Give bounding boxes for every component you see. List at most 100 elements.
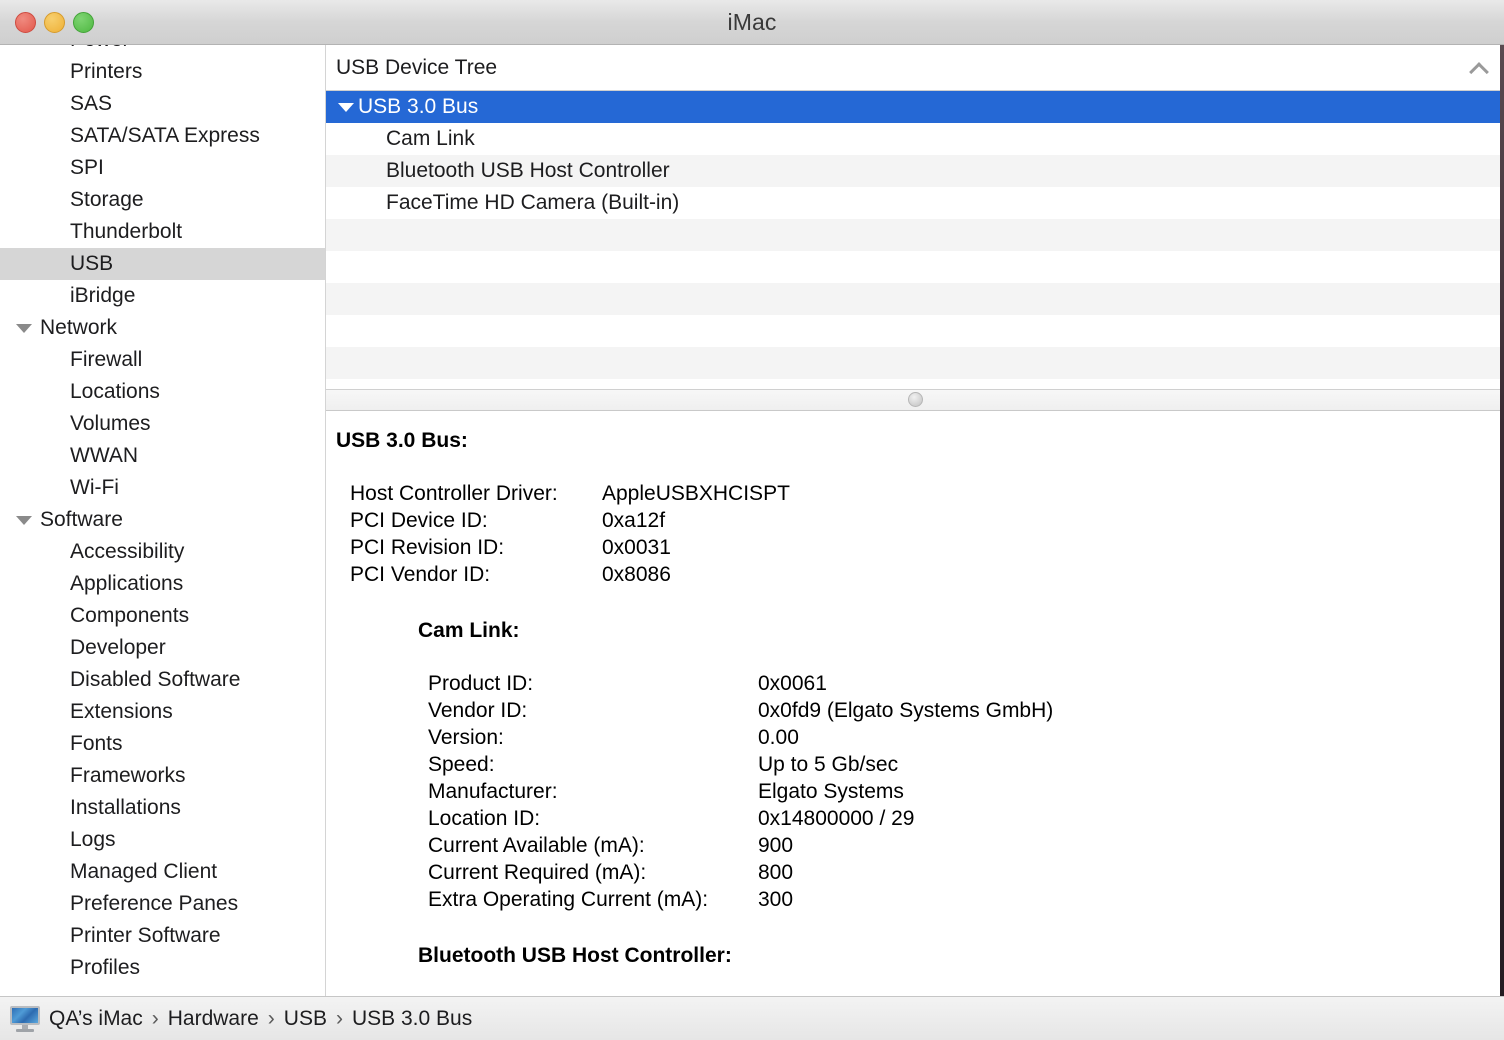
sidebar-item-accessibility[interactable]: Accessibility xyxy=(0,536,325,568)
sidebar-item-storage[interactable]: Storage xyxy=(0,184,325,216)
detail-pane[interactable]: USB 3.0 Bus: Host Controller Driver:Appl… xyxy=(326,411,1504,996)
sidebar-item-components[interactable]: Components xyxy=(0,600,325,632)
device-section-title: Cam Link: xyxy=(326,619,1504,643)
property-key: PCI Device ID: xyxy=(350,508,602,535)
sidebar-item-volumes[interactable]: Volumes xyxy=(0,408,325,440)
tree-row-label: Cam Link xyxy=(386,127,475,151)
detail-scrollbar-thumb[interactable] xyxy=(1500,417,1503,567)
sidebar-item-label: Disabled Software xyxy=(70,668,240,692)
sidebar-item-spi[interactable]: SPI xyxy=(0,152,325,184)
sidebar-item-frameworks[interactable]: Frameworks xyxy=(0,760,325,792)
minimize-button[interactable] xyxy=(44,12,65,33)
sidebar-item-printers[interactable]: Printers xyxy=(0,56,325,88)
sidebar-item-label: Printer Software xyxy=(70,924,221,948)
tree-row[interactable]: USB 3.0 Bus xyxy=(326,91,1504,123)
sidebar-item-wwan[interactable]: WWAN xyxy=(0,440,325,472)
sidebar-item-applications[interactable]: Applications xyxy=(0,568,325,600)
tree-header-title: USB Device Tree xyxy=(336,56,497,80)
property-row: Version:0.00 xyxy=(428,725,1053,752)
property-key: Extra Operating Current (mA): xyxy=(428,887,758,914)
sidebar-item-sas[interactable]: SAS xyxy=(0,88,325,120)
usb-device-tree-list[interactable]: USB 3.0 Bus Cam Link Bluetooth USB Host Co… xyxy=(326,91,1504,389)
property-key: Speed: xyxy=(428,752,758,779)
window-titlebar: iMac xyxy=(0,0,1504,45)
breadcrumb-item[interactable]: Hardware xyxy=(168,1007,259,1030)
sidebar-item-wi-fi[interactable]: Wi-Fi xyxy=(0,472,325,504)
sidebar-item-label: iBridge xyxy=(70,284,135,308)
property-value: 300 xyxy=(758,887,1053,914)
property-row: Product ID:0x0061 xyxy=(428,671,1053,698)
sidebar-item-power[interactable]: Power xyxy=(0,45,325,56)
sidebar-item-fonts[interactable]: Fonts xyxy=(0,728,325,760)
sidebar-item-usb[interactable]: USB xyxy=(0,248,325,280)
sidebar-item-label: SAS xyxy=(70,92,112,116)
sidebar-item-label: Software xyxy=(40,508,123,532)
statusbar: QA’s iMac›Hardware›USB›USB 3.0 Bus xyxy=(0,996,1504,1040)
property-row: Manufacturer:Elgato Systems xyxy=(428,779,1053,806)
tree-row[interactable]: Cam Link xyxy=(326,123,1504,155)
sidebar-item-developer[interactable]: Developer xyxy=(0,632,325,664)
breadcrumb-separator: › xyxy=(259,1007,284,1030)
sidebar-item-label: Locations xyxy=(70,380,160,404)
sidebar-item-managed-client[interactable]: Managed Client xyxy=(0,856,325,888)
device-sections: Cam Link:Product ID:0x0061Vendor ID:0x0f… xyxy=(326,619,1504,996)
sidebar-item-label: USB xyxy=(70,252,113,276)
sidebar-item-firewall[interactable]: Firewall xyxy=(0,344,325,376)
sidebar-item-label: SATA/SATA Express xyxy=(70,124,260,148)
property-key: Location ID: xyxy=(428,806,758,833)
sidebar-item-label: Wi-Fi xyxy=(70,476,119,500)
chevron-up-icon[interactable] xyxy=(1468,57,1490,79)
sidebar-item-ibridge[interactable]: iBridge xyxy=(0,280,325,312)
splitter-handle-dot-icon[interactable] xyxy=(908,392,923,407)
detail-scrollbar[interactable] xyxy=(1499,411,1504,996)
sidebar-item-label: Developer xyxy=(70,636,166,660)
sidebar-item-installations[interactable]: Installations xyxy=(0,792,325,824)
sidebar-item-label: Storage xyxy=(70,188,144,212)
sidebar-item-logs[interactable]: Logs xyxy=(0,824,325,856)
property-key: PCI Vendor ID: xyxy=(350,562,602,589)
sidebar[interactable]: PowerPrinters SAS SATA/SATA Express SPI Stor… xyxy=(0,45,326,996)
breadcrumb-separator: › xyxy=(143,1007,168,1030)
property-value: 0x0fd9 (Elgato Systems GmbH) xyxy=(758,698,1053,725)
zoom-button[interactable] xyxy=(73,12,94,33)
sidebar-item-label: Extensions xyxy=(70,700,173,724)
sidebar-item-software[interactable]: Software xyxy=(0,504,325,536)
bus-properties-table: Host Controller Driver:AppleUSBXHCISPTPC… xyxy=(350,481,790,589)
sidebar-item-locations[interactable]: Locations xyxy=(0,376,325,408)
tree-row[interactable]: Bluetooth USB Host Controller xyxy=(326,155,1504,187)
sidebar-item-label: Firewall xyxy=(70,348,142,372)
tree-row-empty xyxy=(326,315,1504,347)
property-row: PCI Vendor ID:0x8086 xyxy=(350,562,790,589)
sidebar-item-network[interactable]: Network xyxy=(0,312,325,344)
property-value: 0x0031 xyxy=(602,535,790,562)
sidebar-item-profiles[interactable]: Profiles xyxy=(0,952,325,984)
sidebar-item-preference-panes[interactable]: Preference Panes xyxy=(0,888,325,920)
sidebar-item-label: Frameworks xyxy=(70,764,186,788)
tree-row[interactable]: FaceTime HD Camera (Built-in) xyxy=(326,187,1504,219)
property-value: Elgato Systems xyxy=(758,779,1053,806)
pane-splitter[interactable] xyxy=(326,389,1504,411)
close-button[interactable] xyxy=(15,12,36,33)
window-title: iMac xyxy=(0,9,1504,36)
property-key: Current Available (mA): xyxy=(428,833,758,860)
sidebar-item-label: Applications xyxy=(70,572,183,596)
property-key: PCI Revision ID: xyxy=(350,535,602,562)
property-row: Current Required (mA):800 xyxy=(428,860,1053,887)
sidebar-item-label: SPI xyxy=(70,156,104,180)
property-value: 0x8086 xyxy=(602,562,790,589)
sidebar-item-label: Profiles xyxy=(70,956,140,980)
breadcrumb-item[interactable]: USB xyxy=(284,1007,327,1030)
sidebar-item-thunderbolt[interactable]: Thunderbolt xyxy=(0,216,325,248)
breadcrumb-item[interactable]: USB 3.0 Bus xyxy=(352,1007,472,1030)
sidebar-item-sata-sata-express[interactable]: SATA/SATA Express xyxy=(0,120,325,152)
property-row: Host Controller Driver:AppleUSBXHCISPT xyxy=(350,481,790,508)
property-key: Host Controller Driver: xyxy=(350,481,602,508)
system-information-window: iMac PowerPrinters SAS SATA/SATA Express SP… xyxy=(0,0,1504,1040)
sidebar-item-disabled-software[interactable]: Disabled Software xyxy=(0,664,325,696)
detail-title: USB 3.0 Bus: xyxy=(326,429,1504,453)
sidebar-item-label: Fonts xyxy=(70,732,123,756)
sidebar-item-extensions[interactable]: Extensions xyxy=(0,696,325,728)
breadcrumb-item[interactable]: QA’s iMac xyxy=(49,1007,143,1030)
sidebar-item-printer-software[interactable]: Printer Software xyxy=(0,920,325,952)
sidebar-item-label: Preference Panes xyxy=(70,892,238,916)
